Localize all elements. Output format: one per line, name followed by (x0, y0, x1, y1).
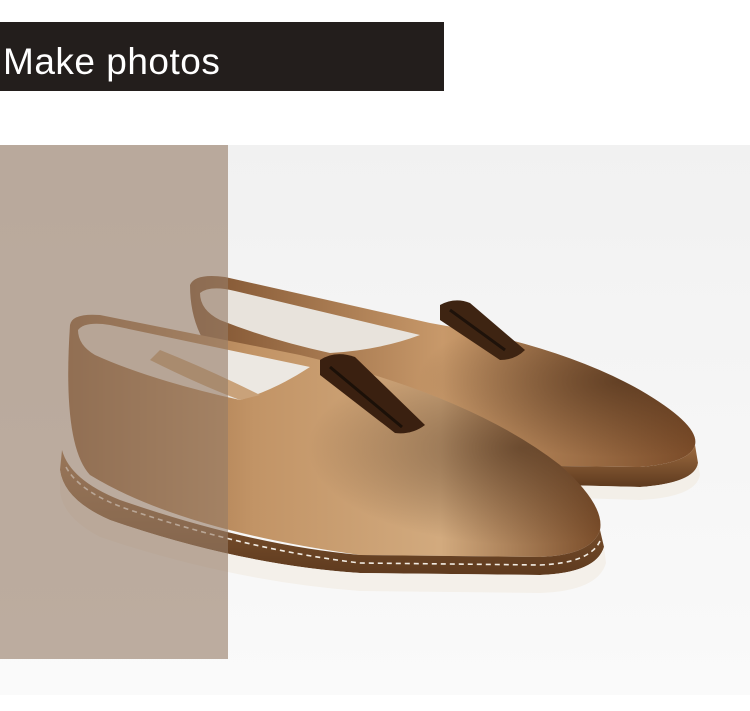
color-overlay-panel (0, 145, 228, 659)
title-banner: Make photos (0, 22, 444, 91)
page-title: Make photos (3, 41, 221, 82)
